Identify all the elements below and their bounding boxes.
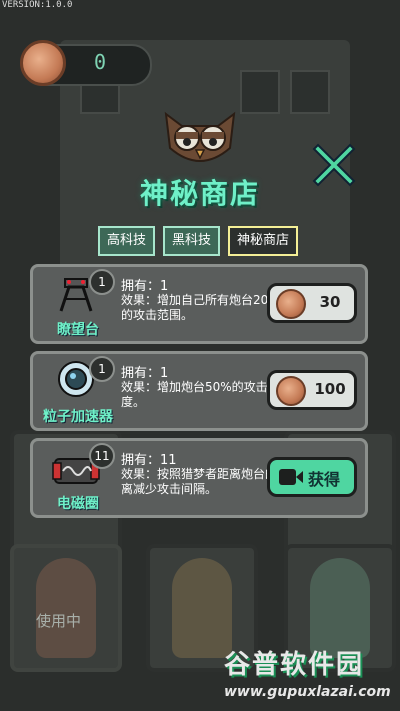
background-character-card xyxy=(10,544,122,672)
watermark-url: www.gupuxlazai.com xyxy=(224,684,391,700)
watermark-title: 谷普软件园 xyxy=(224,650,365,680)
price-label: 30 xyxy=(319,293,341,311)
owned-count-badge: 1 xyxy=(89,356,115,382)
owned-text: 拥有：1 xyxy=(121,366,169,381)
price-label: 100 xyxy=(314,380,346,398)
tab-black-tech[interactable]: 黑科技 xyxy=(163,226,221,256)
shop-item: 11 电磁圈 拥有：11 效果：按照猎梦者距离炮台的距离减少攻击间隔。 获得 xyxy=(30,438,368,518)
owned-count-badge: 11 xyxy=(89,443,115,469)
tab-high-tech[interactable]: 高科技 xyxy=(98,226,156,256)
owned-text: 拥有：1 xyxy=(121,279,169,294)
character-figure xyxy=(36,558,96,658)
effect-text: 效果：增加自己所有炮台20%的攻击范围。 xyxy=(121,293,280,322)
shop-tabs: 高科技 黑科技 神秘商店 xyxy=(98,226,299,256)
effect-text: 效果：按照猎梦者距离炮台的距离减少攻击间隔。 xyxy=(121,467,290,496)
watch-video-button[interactable]: 获得 xyxy=(267,457,357,497)
item-name: 电磁圈 xyxy=(57,496,99,512)
obtain-label: 获得 xyxy=(308,470,341,489)
watermark: 谷普软件园 www.gupuxlazai.com xyxy=(218,640,400,711)
coin-icon xyxy=(276,289,306,319)
owned-text: 拥有：11 xyxy=(121,453,177,468)
tab-mystery-shop[interactable]: 神秘商店 xyxy=(228,226,299,256)
item-name: 瞭望台 xyxy=(57,322,99,338)
background-window xyxy=(290,70,330,114)
in-use-label: 使用中 xyxy=(36,612,82,630)
version-label: VERSION:1.0.0 xyxy=(2,0,73,10)
coin-icon xyxy=(276,376,306,406)
effect-text: 效果：增加炮台50%的攻击速度。 xyxy=(121,380,280,409)
item-name: 粒子加速器 xyxy=(43,409,113,425)
owned-count-badge: 1 xyxy=(89,269,115,295)
coin-count: 0 xyxy=(94,50,107,74)
close-button[interactable] xyxy=(312,143,356,187)
coin-icon xyxy=(20,40,66,86)
shop-item: 1 粒子加速器 拥有：1 效果：增加炮台50%的攻击速度。 100 xyxy=(30,351,368,431)
video-camera-icon xyxy=(279,469,303,485)
background-window xyxy=(240,70,280,114)
shop-item: 1 瞭望台 拥有：1 效果：增加自己所有炮台20%的攻击范围。 30 xyxy=(30,264,368,344)
buy-button[interactable]: 30 xyxy=(267,283,357,323)
owl-mascot-icon xyxy=(164,111,236,162)
close-icon xyxy=(312,143,356,187)
buy-button[interactable]: 100 xyxy=(267,370,357,410)
